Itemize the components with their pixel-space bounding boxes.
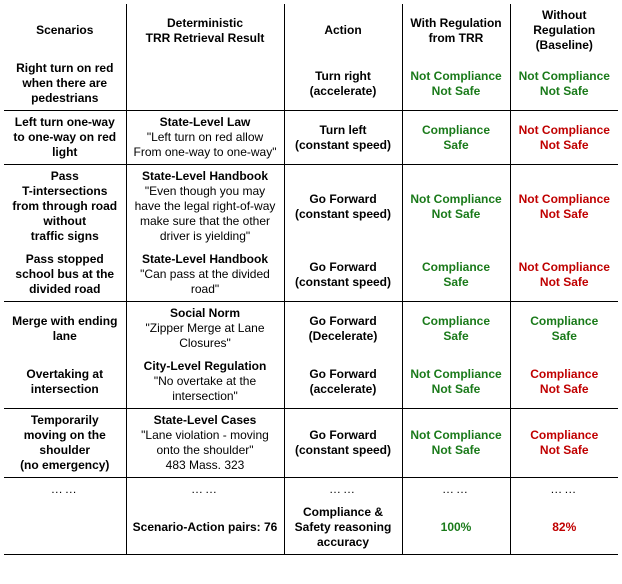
with-reg-cell: ComplianceSafe [402, 248, 510, 302]
scenario-cell: Merge with ending lane [4, 302, 126, 356]
retrieval-cell: Social Norm "Zipper Merge at Lane Closur… [126, 302, 284, 356]
retrieval-title: State-Level Cases [131, 413, 280, 428]
scenario-cell: Overtaking at intersection [4, 355, 126, 409]
table-row: Right turn on red when there are pedestr… [4, 57, 618, 111]
ellipsis-cell: …… [284, 478, 402, 502]
table-row: Merge with ending lane Social Norm "Zipp… [4, 302, 618, 356]
scenario-cell: Left turn one-way to one-way on red ligh… [4, 111, 126, 165]
without-reg-cell: Not ComplianceNot Safe [510, 57, 618, 111]
without-reg-cell: ComplianceNot Safe [510, 409, 618, 478]
action-cell: Go Forward(constant speed) [284, 165, 402, 249]
with-reg-cell: ComplianceSafe [402, 111, 510, 165]
retrieval-cell [126, 57, 284, 111]
action-cell: Go Forward(constant speed) [284, 248, 402, 302]
header-with-regulation: With Regulationfrom TRR [402, 4, 510, 57]
table-row: PassT-intersectionsfrom through roadwith… [4, 165, 618, 249]
retrieval-detail: "Even though you may have the legal righ… [131, 184, 280, 244]
header-action: Action [284, 4, 402, 57]
with-reg-cell: Not ComplianceNot Safe [402, 355, 510, 409]
retrieval-title: Social Norm [131, 306, 280, 321]
retrieval-title: City-Level Regulation [131, 359, 280, 374]
summary-with: 100% [402, 501, 510, 555]
table-row: Temporarily moving on the shoulder(no em… [4, 409, 618, 478]
summary-pairs: Scenario-Action pairs: 76 [126, 501, 284, 555]
ellipsis-cell: …… [126, 478, 284, 502]
retrieval-cell: City-Level Regulation "No overtake at th… [126, 355, 284, 409]
table-row: Overtaking at intersection City-Level Re… [4, 355, 618, 409]
retrieval-detail: "No overtake at the intersection" [131, 374, 280, 404]
with-reg-cell: Not ComplianceNot Safe [402, 57, 510, 111]
action-cell: Turn left(constant speed) [284, 111, 402, 165]
action-cell: Go Forward(accelerate) [284, 355, 402, 409]
action-cell: Turn right(accelerate) [284, 57, 402, 111]
without-reg-cell: ComplianceSafe [510, 302, 618, 356]
table-row: Left turn one-way to one-way on red ligh… [4, 111, 618, 165]
ellipsis-cell: …… [510, 478, 618, 502]
with-reg-cell: ComplianceSafe [402, 302, 510, 356]
ellipsis-row: …… …… …… …… …… [4, 478, 618, 502]
retrieval-cell: State-Level Handbook "Can pass at the di… [126, 248, 284, 302]
with-reg-cell: Not ComplianceNot Safe [402, 409, 510, 478]
retrieval-detail: "Zipper Merge at Lane Closures" [131, 321, 280, 351]
header-retrieval: DeterministicTRR Retrieval Result [126, 4, 284, 57]
retrieval-cell: State-Level Cases "Lane violation - movi… [126, 409, 284, 478]
scenario-cell: Right turn on red when there are pedestr… [4, 57, 126, 111]
header-scenarios: Scenarios [4, 4, 126, 57]
retrieval-title: State-Level Law [131, 115, 280, 130]
summary-blank [4, 501, 126, 555]
retrieval-title: State-Level Handbook [131, 169, 280, 184]
action-cell: Go Forward(Decelerate) [284, 302, 402, 356]
without-reg-cell: Not ComplianceNot Safe [510, 165, 618, 249]
without-reg-cell: Not ComplianceNot Safe [510, 111, 618, 165]
retrieval-title: State-Level Handbook [131, 252, 280, 267]
trr-results-table: Scenarios DeterministicTRR Retrieval Res… [4, 4, 618, 555]
header-without-regulation: WithoutRegulation(Baseline) [510, 4, 618, 57]
table-row: Pass stopped school bus at the divided r… [4, 248, 618, 302]
retrieval-cell: State-Level Handbook "Even though you ma… [126, 165, 284, 249]
summary-row: Scenario-Action pairs: 76 Compliance & S… [4, 501, 618, 555]
retrieval-detail: "Left turn on red allowFrom one-way to o… [131, 130, 280, 160]
retrieval-detail: "Lane violation - moving onto the should… [131, 428, 280, 473]
action-cell: Go Forward(constant speed) [284, 409, 402, 478]
scenario-cell: Temporarily moving on the shoulder(no em… [4, 409, 126, 478]
ellipsis-cell: …… [4, 478, 126, 502]
summary-accuracy-label: Compliance & Safety reasoning accuracy [284, 501, 402, 555]
ellipsis-cell: …… [402, 478, 510, 502]
without-reg-cell: Not ComplianceNot Safe [510, 248, 618, 302]
without-reg-cell: ComplianceNot Safe [510, 355, 618, 409]
scenario-cell: Pass stopped school bus at the divided r… [4, 248, 126, 302]
scenario-cell: PassT-intersectionsfrom through roadwith… [4, 165, 126, 249]
retrieval-cell: State-Level Law "Left turn on red allowF… [126, 111, 284, 165]
retrieval-detail: "Can pass at the divided road" [131, 267, 280, 297]
summary-without: 82% [510, 501, 618, 555]
with-reg-cell: Not ComplianceNot Safe [402, 165, 510, 249]
